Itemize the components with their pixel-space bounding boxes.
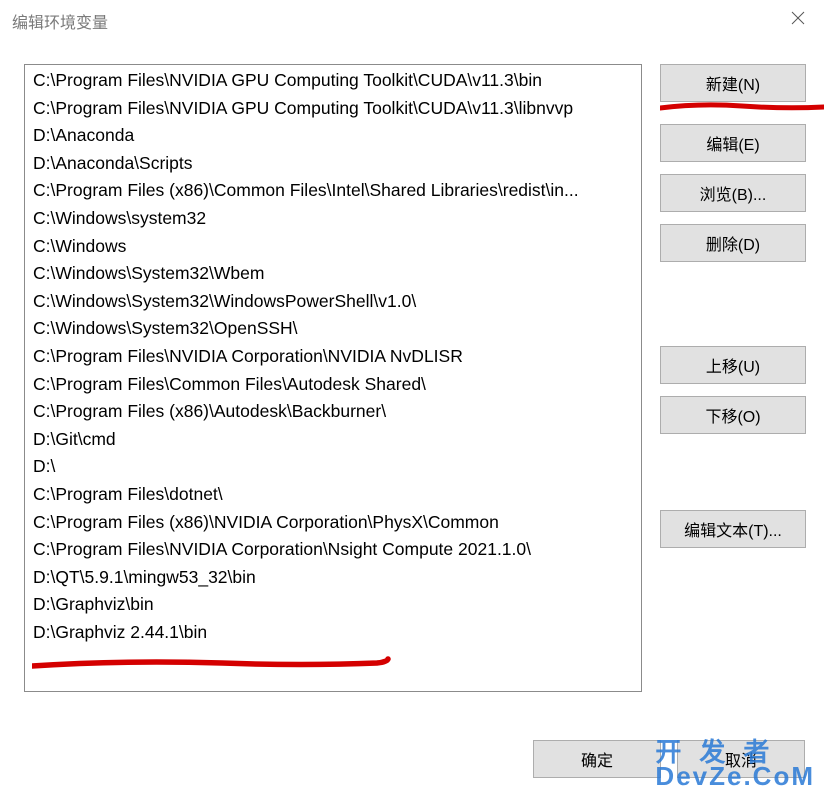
browse-button[interactable]: 浏览(B)... (660, 174, 806, 212)
list-item[interactable]: C:\Program Files (x86)\NVIDIA Corporatio… (27, 509, 641, 537)
list-item[interactable]: D:\ (27, 453, 641, 481)
list-item[interactable]: C:\Program Files (x86)\Common Files\Inte… (27, 177, 641, 205)
list-item[interactable]: C:\Program Files\NVIDIA Corporation\Nsig… (27, 536, 641, 564)
list-item[interactable]: C:\Program Files\NVIDIA Corporation\NVID… (27, 343, 641, 371)
moveup-button[interactable]: 上移(U) (660, 346, 806, 384)
list-item[interactable]: C:\Windows\System32\WindowsPowerShell\v1… (27, 288, 641, 316)
cancel-button[interactable]: 取消 (677, 740, 805, 778)
window-title: 编辑环境变量 (12, 9, 108, 33)
list-item[interactable]: D:\Anaconda\Scripts (27, 150, 641, 178)
list-item[interactable]: D:\Anaconda (27, 122, 641, 150)
list-item[interactable]: D:\Git\cmd (27, 426, 641, 454)
list-item[interactable]: C:\Windows (27, 233, 641, 261)
list-item[interactable]: C:\Program Files\dotnet\ (27, 481, 641, 509)
path-listbox[interactable]: C:\Program Files\NVIDIA GPU Computing To… (24, 64, 642, 692)
dialog-bottom-bar: 确定 取消 (485, 740, 805, 778)
edit-button[interactable]: 编辑(E) (660, 124, 806, 162)
ok-button[interactable]: 确定 (533, 740, 661, 778)
list-item[interactable]: C:\Program Files\NVIDIA GPU Computing To… (27, 95, 641, 123)
list-item[interactable]: D:\Graphviz\bin (27, 591, 641, 619)
list-item[interactable]: C:\Program Files\NVIDIA GPU Computing To… (27, 67, 641, 95)
list-item[interactable]: C:\Windows\system32 (27, 205, 641, 233)
list-item[interactable]: C:\Windows\System32\OpenSSH\ (27, 315, 641, 343)
close-button[interactable] (769, 0, 827, 40)
dialog-content: C:\Program Files\NVIDIA GPU Computing To… (0, 42, 827, 692)
button-column: 新建(N) 编辑(E) 浏览(B)... 删除(D) 上移(U) 下移(O) 编… (642, 64, 806, 692)
new-button[interactable]: 新建(N) (660, 64, 806, 102)
list-item[interactable]: C:\Program Files\Common Files\Autodesk S… (27, 371, 641, 399)
list-item[interactable]: C:\Program Files (x86)\Autodesk\Backburn… (27, 398, 641, 426)
edittext-button[interactable]: 编辑文本(T)... (660, 510, 806, 548)
close-icon (791, 11, 805, 30)
list-item[interactable]: C:\Windows\System32\Wbem (27, 260, 641, 288)
list-item[interactable]: D:\QT\5.9.1\mingw53_32\bin (27, 564, 641, 592)
list-item[interactable]: D:\Graphviz 2.44.1\bin (27, 619, 641, 647)
delete-button[interactable]: 删除(D) (660, 224, 806, 262)
titlebar: 编辑环境变量 (0, 0, 827, 42)
movedown-button[interactable]: 下移(O) (660, 396, 806, 434)
